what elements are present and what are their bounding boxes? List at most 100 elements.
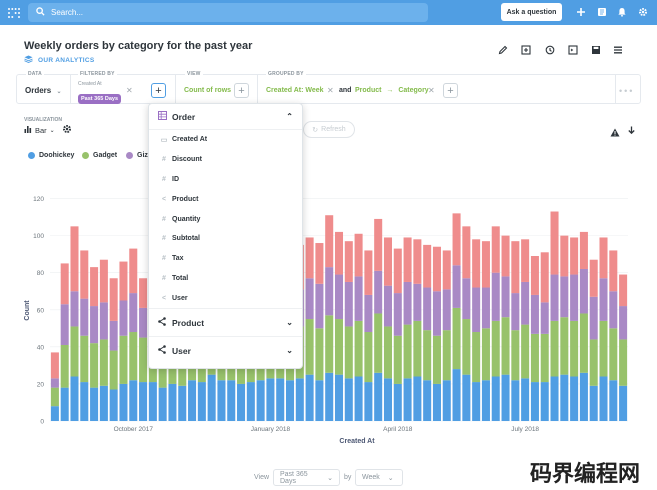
connection-icon (158, 317, 166, 328)
bar-segment (521, 378, 530, 421)
bar-segment (530, 256, 539, 295)
bar-segment (540, 302, 549, 334)
bar-segment (393, 248, 402, 294)
bar-segment (403, 237, 412, 282)
field-picker-popover: Order ⌃ ▭ Created At # Discount # ID < Product #… (148, 103, 303, 369)
bar-segment (432, 246, 441, 292)
bar-segment (129, 248, 138, 294)
bar-segment (383, 237, 392, 286)
bar-segment (530, 333, 539, 383)
field-item[interactable]: ▭ Created At (149, 130, 302, 150)
chevron-down-icon: ⌄ (286, 346, 293, 356)
bar-segment (511, 330, 520, 381)
bar-segment (570, 376, 579, 421)
bar-segment (589, 385, 598, 421)
bar-segment (579, 372, 588, 421)
bar-segment (413, 376, 422, 421)
bar-segment (334, 319, 344, 375)
bar-segment (452, 265, 461, 308)
bar-segment (99, 385, 108, 421)
footer-by-label: by (344, 474, 352, 481)
bar-segment (334, 374, 344, 421)
bar-segment (599, 237, 608, 279)
field-item[interactable]: # Quantity (149, 209, 302, 229)
bar-segment (619, 274, 628, 307)
bar-segment (139, 337, 148, 383)
bar-segment (325, 215, 334, 268)
bar-segment (119, 335, 128, 384)
table-section-order[interactable]: Order ⌃ (149, 104, 302, 130)
bar-segment (364, 250, 373, 295)
bar-segment (99, 259, 108, 303)
calendar-icon: ▭ (160, 136, 168, 144)
number-icon: # (162, 156, 166, 164)
granularity-selector[interactable]: Week ⌄ (355, 469, 403, 486)
bar-segment (119, 261, 128, 301)
number-icon: # (162, 235, 166, 243)
bar-segment (364, 294, 373, 333)
bar-segment (530, 294, 539, 334)
bar-segment (227, 380, 236, 421)
number-icon: # (162, 255, 166, 263)
field-item[interactable]: # ID (149, 170, 302, 190)
bar-segment (129, 332, 138, 381)
x-tick-label: April 2018 (383, 426, 413, 433)
bar-segment (354, 233, 363, 277)
bar-segment (403, 324, 412, 379)
bar-segment (158, 387, 167, 421)
bar-segment (334, 231, 344, 275)
bar-segment (207, 374, 216, 421)
bar-segment (579, 268, 588, 314)
field-item[interactable]: # Total (149, 269, 302, 289)
field-label: Subtotal (172, 235, 200, 243)
bar-segment (305, 319, 314, 375)
bar-segment (374, 218, 383, 271)
bar-segment (119, 300, 128, 336)
field-item[interactable]: < User (149, 288, 302, 308)
bar-segment (334, 274, 344, 320)
y-tick-label: 60 (37, 307, 45, 314)
field-item[interactable]: # Discount (149, 150, 302, 170)
field-item[interactable]: # Subtotal (149, 229, 302, 249)
bar-segment (423, 287, 432, 331)
bar-segment (423, 244, 432, 288)
table-section-user[interactable]: User ⌄ (149, 336, 302, 364)
connection-icon: < (161, 294, 167, 302)
field-label: Created At (172, 136, 208, 144)
bar-segment (354, 376, 363, 421)
bar-segment (344, 241, 353, 282)
bar-segment (60, 344, 69, 388)
connection-icon (158, 345, 166, 356)
bar-segment (540, 382, 549, 421)
bar-segment (139, 307, 148, 338)
x-tick-label: October 2017 (114, 426, 154, 433)
field-label: Tax (172, 255, 184, 263)
y-tick-label: 40 (37, 344, 45, 351)
bar-segment (609, 291, 618, 329)
bar-segment (619, 306, 628, 340)
bar-segment (90, 387, 99, 421)
bar-segment (423, 380, 432, 421)
bar-segment (90, 343, 99, 388)
bar-segment (540, 252, 549, 303)
field-item[interactable]: < Product (149, 189, 302, 209)
y-tick-label: 80 (37, 270, 45, 277)
table-section-product[interactable]: Product ⌄ (149, 308, 302, 336)
field-item[interactable]: # Tax (149, 249, 302, 269)
bar-segment (491, 376, 500, 421)
bar-segment (619, 385, 628, 421)
y-tick-label: 20 (37, 381, 45, 388)
bar-segment (570, 237, 579, 275)
bar-segment (383, 285, 392, 327)
bar-segment (393, 383, 402, 421)
bar-segment (354, 320, 363, 377)
bar-segment (315, 283, 324, 329)
bar-segment (452, 307, 461, 370)
bar-segment (325, 267, 334, 316)
date-range-selector[interactable]: Past 365 Days ⌄ (273, 469, 340, 486)
bar-segment (99, 302, 108, 340)
field-label: Product (172, 195, 199, 203)
bar-segment (109, 350, 118, 390)
bar-segment (374, 372, 383, 421)
bar-segment (50, 406, 59, 421)
